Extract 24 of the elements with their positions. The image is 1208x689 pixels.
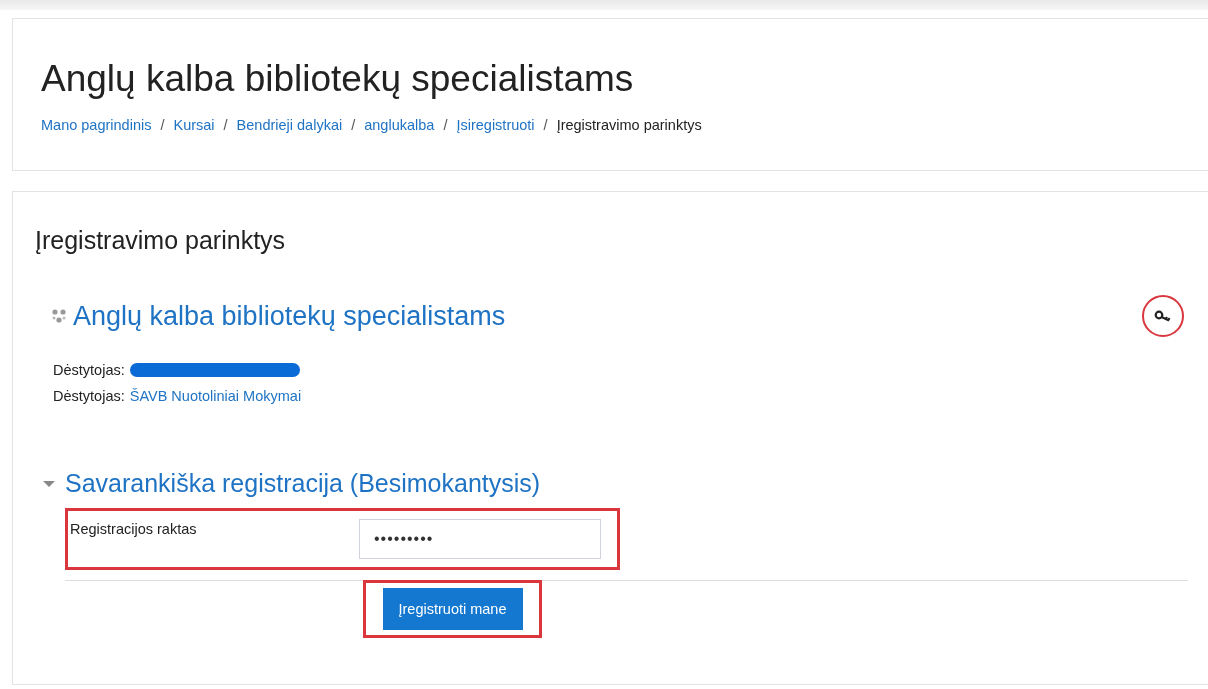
section-heading: Įregistravimo parinktys — [35, 226, 287, 255]
breadcrumb-separator: / — [543, 117, 548, 134]
breadcrumb-link[interactable]: Kursai — [173, 117, 215, 134]
breadcrumb-current: Įregistravimo parinktys — [556, 117, 702, 134]
breadcrumb-separator: / — [351, 117, 356, 134]
teacher-label: Dėstytojas: — [53, 387, 125, 406]
breadcrumb-link[interactable]: Įsiregistruoti — [456, 117, 535, 134]
teacher-link[interactable]: ŠAVB Nuotoliniai Mokymai — [129, 383, 302, 409]
field-label: Registracijos raktas — [70, 520, 198, 537]
breadcrumb-link[interactable]: Bendrieji dalykai — [236, 117, 343, 134]
breadcrumb-link[interactable]: Mano pagrindinis — [41, 117, 152, 134]
breadcrumb-separator: / — [223, 117, 228, 134]
caret-icon[interactable] — [43, 479, 55, 488]
enrol-button[interactable]: Įregistruoti mane — [382, 588, 523, 630]
page-title: Anglų kalba bibliotekų specialistams — [41, 57, 635, 101]
key-icon — [1154, 310, 1172, 322]
enrolment-heading[interactable]: Savarankiška registracija (Besimokantysis) — [65, 469, 541, 498]
course-icon — [51, 308, 67, 324]
breadcrumb-separator: / — [160, 117, 165, 134]
breadcrumb-separator: / — [443, 117, 448, 134]
course-link[interactable]: Anglų kalba bibliotekų specialistams — [73, 300, 506, 332]
teacher-label: Dėstytojas: — [53, 361, 125, 380]
breadcrumb-link[interactable]: anglukalba — [364, 117, 435, 134]
key-input[interactable]: ••••••••• — [359, 519, 601, 559]
